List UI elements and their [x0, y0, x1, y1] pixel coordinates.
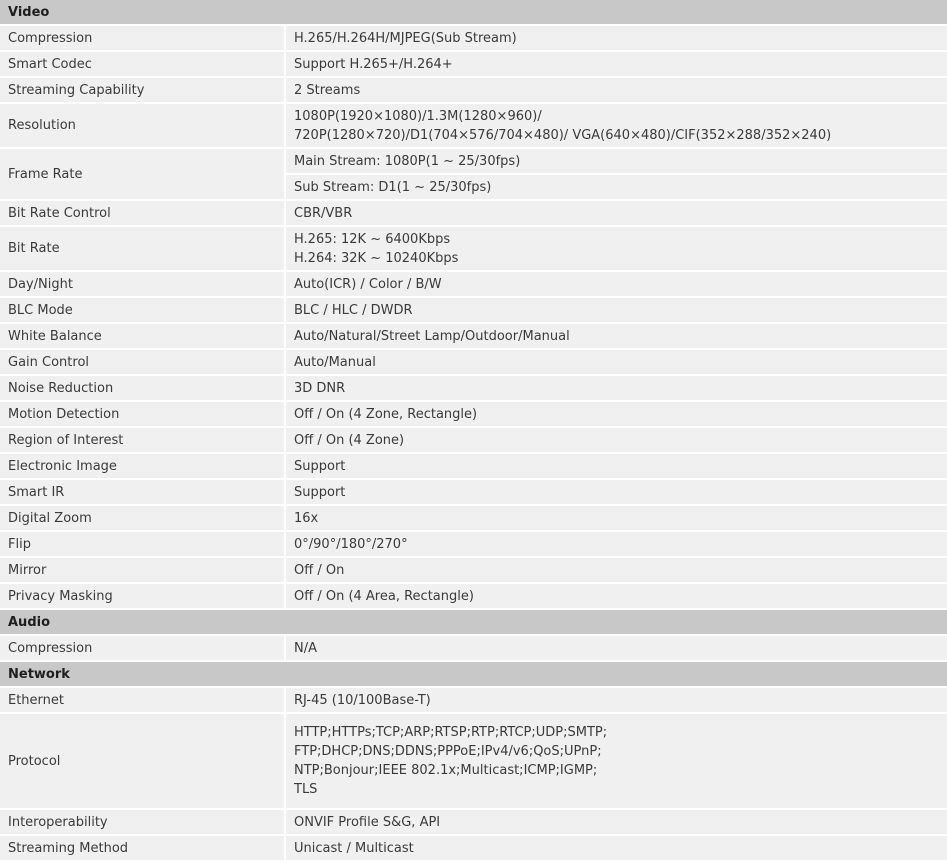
spec-value: Off / On: [286, 558, 947, 584]
spec-label: Electronic Image: [0, 454, 286, 480]
spec-value: N/A: [286, 636, 947, 662]
spec-row-protocol: Protocol HTTP;HTTPs;TCP;ARP;RTSP;RTP;RTC…: [0, 714, 947, 810]
spec-label: Bit Rate: [0, 227, 286, 272]
spec-value: Support H.265+/H.264+: [286, 52, 947, 78]
section-title: Network: [0, 662, 947, 688]
spec-value-line: TLS: [294, 782, 318, 797]
section-header-audio: Audio: [0, 610, 947, 636]
spec-label: White Balance: [0, 324, 286, 350]
spec-value: Auto/Manual: [286, 350, 947, 376]
spec-row-white-balance: White Balance Auto/Natural/Street Lamp/O…: [0, 324, 947, 350]
spec-row-interoperability: Interoperability ONVIF Profile S&G, API: [0, 810, 947, 836]
spec-label: Ethernet: [0, 688, 286, 714]
spec-label: Streaming Method: [0, 836, 286, 862]
spec-value: Off / On (4 Area, Rectangle): [286, 584, 947, 610]
spec-value: BLC / HLC / DWDR: [286, 298, 947, 324]
spec-label: Streaming Capability: [0, 78, 286, 104]
spec-row-privacy-masking: Privacy Masking Off / On (4 Area, Rectan…: [0, 584, 947, 610]
spec-value-line: H.265: 12K ~ 6400Kbps: [294, 231, 451, 247]
spec-value-line: FTP;DHCP;DNS;DDNS;PPPoE;IPv4/v6;QoS;UPnP…: [294, 744, 602, 759]
spec-value: 16x: [286, 506, 947, 532]
spec-label: Region of Interest: [0, 428, 286, 454]
spec-value: Sub Stream: D1(1 ~ 25/30fps): [286, 175, 947, 201]
section-title: Audio: [0, 610, 947, 636]
spec-value-line: H.264: 32K ~ 10240Kbps: [294, 250, 459, 266]
spec-row-smart-ir: Smart IR Support: [0, 480, 947, 506]
spec-label: Noise Reduction: [0, 376, 286, 402]
spec-value-line: 720P(1280×720)/D1(704×576/704×480)/ VGA(…: [294, 127, 832, 143]
spec-value: Auto(ICR) / Color / B/W: [286, 272, 947, 298]
spec-value: 2 Streams: [286, 78, 947, 104]
spec-row-region-of-interest: Region of Interest Off / On (4 Zone): [0, 428, 947, 454]
spec-table: Video Compression H.265/H.264H/MJPEG(Sub…: [0, 0, 947, 862]
spec-label: Frame Rate: [0, 149, 286, 201]
spec-value: H.265/H.264H/MJPEG(Sub Stream): [286, 26, 947, 52]
spec-value: Unicast / Multicast: [286, 836, 947, 862]
spec-row-digital-zoom: Digital Zoom 16x: [0, 506, 947, 532]
spec-row-frame-rate: Frame Rate Main Stream: 1080P(1 ~ 25/30f…: [0, 149, 947, 201]
spec-row-noise-reduction: Noise Reduction 3D DNR: [0, 376, 947, 402]
spec-value: HTTP;HTTPs;TCP;ARP;RTSP;RTP;RTCP;UDP;SMT…: [286, 714, 947, 810]
spec-row-streaming-capability: Streaming Capability 2 Streams: [0, 78, 947, 104]
section-header-video: Video: [0, 0, 947, 26]
spec-row-flip: Flip 0°/90°/180°/270°: [0, 532, 947, 558]
spec-value: 3D DNR: [286, 376, 947, 402]
spec-row-compression: Compression H.265/H.264H/MJPEG(Sub Strea…: [0, 26, 947, 52]
spec-value-line: NTP;Bonjour;IEEE 802.1x;Multicast;ICMP;I…: [294, 763, 598, 778]
spec-value: Auto/Natural/Street Lamp/Outdoor/Manual: [286, 324, 947, 350]
spec-label: Day/Night: [0, 272, 286, 298]
spec-label: Bit Rate Control: [0, 201, 286, 227]
spec-row-ethernet: Ethernet RJ-45 (10/100Base-T): [0, 688, 947, 714]
spec-value: Main Stream: 1080P(1 ~ 25/30fps): [286, 149, 947, 175]
spec-row-audio-compression: Compression N/A: [0, 636, 947, 662]
spec-label: BLC Mode: [0, 298, 286, 324]
spec-label: Smart Codec: [0, 52, 286, 78]
spec-row-gain-control: Gain Control Auto/Manual: [0, 350, 947, 376]
spec-row-mirror: Mirror Off / On: [0, 558, 947, 584]
spec-label: Digital Zoom: [0, 506, 286, 532]
spec-row-electronic-image: Electronic Image Support: [0, 454, 947, 480]
spec-label: Gain Control: [0, 350, 286, 376]
spec-label: Resolution: [0, 104, 286, 149]
spec-value: H.265: 12K ~ 6400Kbps H.264: 32K ~ 10240…: [286, 227, 947, 272]
spec-value: Support: [286, 454, 947, 480]
spec-label: Compression: [0, 636, 286, 662]
spec-row-bit-rate: Bit Rate H.265: 12K ~ 6400Kbps H.264: 32…: [0, 227, 947, 272]
spec-value: 0°/90°/180°/270°: [286, 532, 947, 558]
spec-value-line: HTTP;HTTPs;TCP;ARP;RTSP;RTP;RTCP;UDP;SMT…: [294, 725, 608, 740]
spec-row-resolution: Resolution 1080P(1920×1080)/1.3M(1280×96…: [0, 104, 947, 149]
spec-value: Off / On (4 Zone): [286, 428, 947, 454]
section-title: Video: [0, 0, 947, 26]
spec-value: RJ-45 (10/100Base-T): [286, 688, 947, 714]
spec-row-motion-detection: Motion Detection Off / On (4 Zone, Recta…: [0, 402, 947, 428]
spec-value: CBR/VBR: [286, 201, 947, 227]
spec-row-streaming-method: Streaming Method Unicast / Multicast: [0, 836, 947, 862]
spec-value-line: 1080P(1920×1080)/1.3M(1280×960)/: [294, 108, 542, 124]
spec-value: Support: [286, 480, 947, 506]
spec-label: Protocol: [0, 714, 286, 810]
spec-value: Off / On (4 Zone, Rectangle): [286, 402, 947, 428]
section-header-network: Network: [0, 662, 947, 688]
spec-label: Smart IR: [0, 480, 286, 506]
spec-label: Motion Detection: [0, 402, 286, 428]
spec-label: Interoperability: [0, 810, 286, 836]
spec-label: Privacy Masking: [0, 584, 286, 610]
spec-row-blc-mode: BLC Mode BLC / HLC / DWDR: [0, 298, 947, 324]
spec-row-smart-codec: Smart Codec Support H.265+/H.264+: [0, 52, 947, 78]
spec-label: Compression: [0, 26, 286, 52]
spec-row-bit-rate-control: Bit Rate Control CBR/VBR: [0, 201, 947, 227]
spec-row-day-night: Day/Night Auto(ICR) / Color / B/W: [0, 272, 947, 298]
spec-label: Flip: [0, 532, 286, 558]
spec-value: 1080P(1920×1080)/1.3M(1280×960)/ 720P(12…: [286, 104, 947, 149]
spec-value: ONVIF Profile S&G, API: [286, 810, 947, 836]
spec-label: Mirror: [0, 558, 286, 584]
